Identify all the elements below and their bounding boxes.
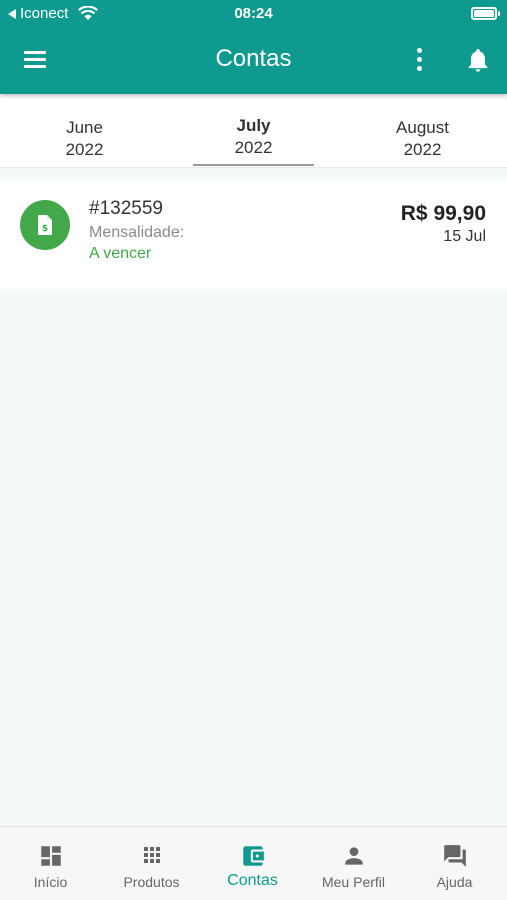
grid-icon xyxy=(143,847,160,863)
month-name: July xyxy=(236,116,271,135)
invoice-dollar-icon: $ xyxy=(20,200,70,250)
app-bar: Contas xyxy=(0,28,507,94)
month-name: August xyxy=(396,118,449,137)
bill-number: #132559 xyxy=(89,198,163,219)
person-icon xyxy=(344,847,363,865)
selected-month-indicator xyxy=(193,164,314,166)
nav-inicio[interactable]: Início xyxy=(0,827,101,900)
nav-contas[interactable]: Contas xyxy=(202,827,303,900)
month-name: June xyxy=(66,118,103,137)
nav-meu-perfil[interactable]: Meu Perfil xyxy=(303,827,404,900)
bill-amount: R$ 99,90 xyxy=(400,202,486,225)
status-bar: Iconect 08:24 xyxy=(0,0,507,28)
nav-label: Ajuda xyxy=(436,874,473,890)
nav-label: Meu Perfil xyxy=(321,874,386,890)
bill-card[interactable]: $ #132559 Mensalidade: A vencer R$ 99,90… xyxy=(0,180,507,289)
wallet-icon xyxy=(242,846,264,866)
month-tab-june[interactable]: June 2022 xyxy=(0,94,169,168)
nav-label: Contas xyxy=(227,872,278,889)
nav-ajuda[interactable]: Ajuda xyxy=(404,827,505,900)
month-selector: June 2022 July 2022 August 2022 xyxy=(0,94,507,168)
status-time: 08:24 xyxy=(234,5,273,22)
month-year: 2022 xyxy=(65,140,104,159)
chat-icon xyxy=(443,845,466,867)
notifications-bell-icon[interactable] xyxy=(464,46,492,74)
bill-description: Mensalidade: xyxy=(89,224,185,241)
month-year: 2022 xyxy=(234,138,273,157)
top-bar: Iconect 08:24 Contas xyxy=(0,0,507,94)
dashboard-icon xyxy=(40,846,61,866)
more-options-icon[interactable] xyxy=(407,46,431,74)
bottom-navigation: Início Produtos Contas Meu Perfil Ajuda xyxy=(0,826,507,900)
battery-icon xyxy=(471,7,500,20)
month-tab-july[interactable]: July 2022 xyxy=(169,94,338,168)
svg-text:$: $ xyxy=(42,224,48,234)
nav-produtos[interactable]: Produtos xyxy=(101,827,202,900)
bill-status: A vencer xyxy=(89,245,152,262)
nav-label: Início xyxy=(33,874,68,890)
month-year: 2022 xyxy=(403,140,442,159)
nav-label: Produtos xyxy=(123,874,180,890)
month-tab-august[interactable]: August 2022 xyxy=(338,94,507,168)
bill-due-date: 15 Jul xyxy=(443,228,486,245)
